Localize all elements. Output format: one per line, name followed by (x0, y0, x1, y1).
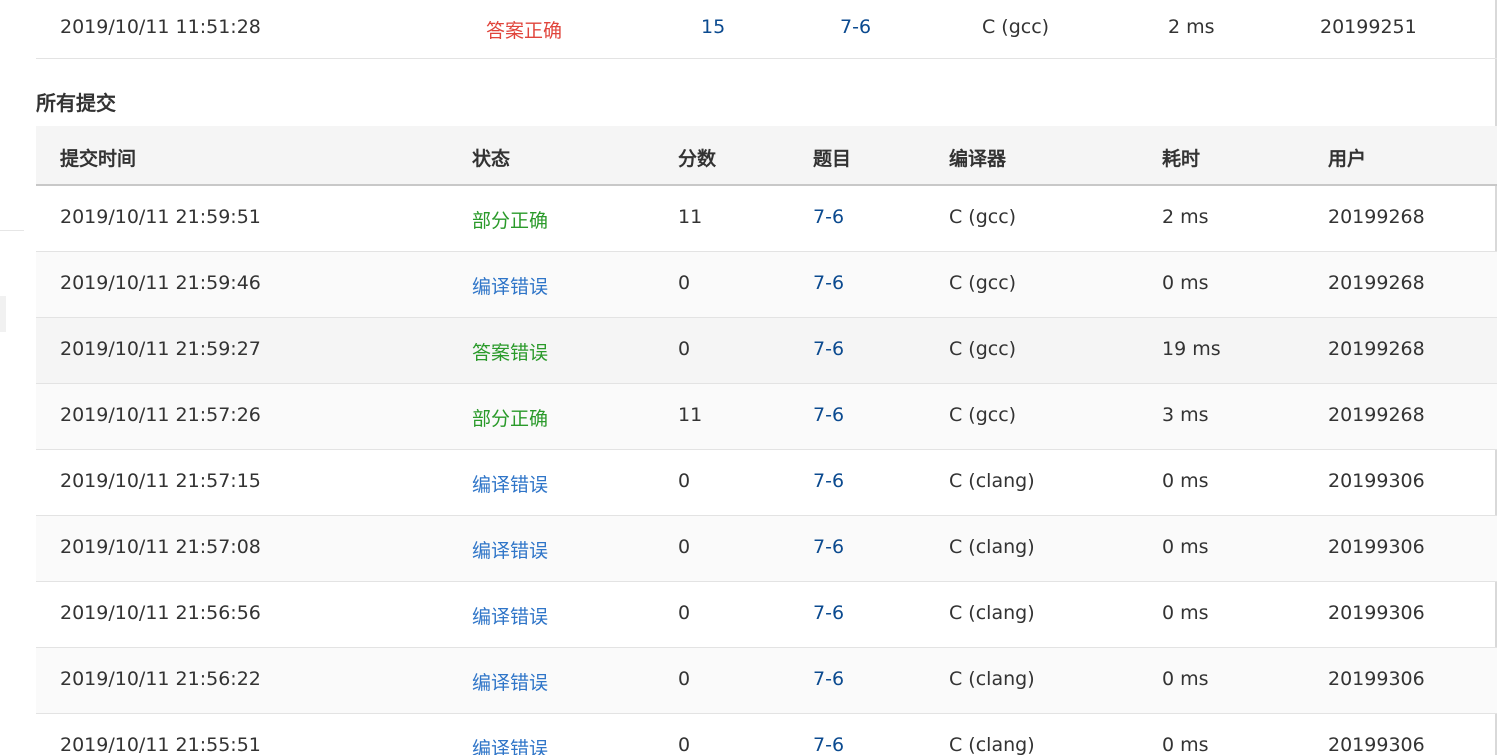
submission-compiler: C (gcc) (982, 16, 1050, 38)
submission-user: 20199251 (1320, 16, 1417, 38)
row-score: 0 (678, 536, 691, 558)
header-user: 用户 (1328, 148, 1367, 170)
table-row: 2019/10/11 21:59:46 编译错误 0 7-6 C (gcc) 0 ms 20… (36, 252, 1497, 318)
row-status[interactable]: 编译错误 (472, 602, 548, 629)
header-status: 状态 (472, 148, 511, 170)
left-edge-divider (0, 230, 24, 231)
row-problem-link[interactable]: 7-6 (813, 668, 844, 690)
row-cost: 0 ms (1162, 470, 1209, 492)
row-score: 0 (678, 602, 691, 624)
row-cost: 0 ms (1162, 536, 1209, 558)
row-score: 0 (678, 272, 691, 294)
row-compiler: C (gcc) (949, 338, 1017, 360)
row-compiler: C (gcc) (949, 206, 1017, 228)
submission-status[interactable]: 答案正确 (486, 16, 562, 43)
row-user: 20199268 (1328, 338, 1425, 360)
table-row: 2019/10/11 21:57:15 编译错误 0 7-6 C (clang) 0 ms… (36, 450, 1497, 516)
table-row: 2019/10/11 21:56:56 编译错误 0 7-6 C (clang) 0 ms… (36, 582, 1497, 648)
row-compiler: C (clang) (949, 536, 1035, 558)
table-row: 2019/10/11 21:56:22 编译错误 0 7-6 C (clang) 0 ms… (36, 648, 1497, 714)
table-row: 2019/10/11 21:59:51 部分正确 11 7-6 C (gcc) 2 ms 2… (36, 186, 1497, 252)
row-cost: 0 ms (1162, 602, 1209, 624)
row-time: 2019/10/11 21:59:27 (60, 338, 261, 360)
row-score: 0 (678, 734, 691, 755)
row-cost: 19 ms (1162, 338, 1221, 360)
row-status[interactable]: 编译错误 (472, 668, 548, 695)
row-status[interactable]: 部分正确 (472, 206, 548, 233)
row-cost: 0 ms (1162, 272, 1209, 294)
row-cost: 0 ms (1162, 668, 1209, 690)
row-compiler: C (clang) (949, 734, 1035, 755)
row-status[interactable]: 答案错误 (472, 338, 548, 365)
row-user: 20199306 (1328, 536, 1425, 558)
header-time: 提交时间 (60, 148, 137, 170)
row-time: 2019/10/11 21:59:46 (60, 272, 261, 294)
row-time: 2019/10/11 21:56:22 (60, 668, 261, 690)
submission-problem-link[interactable]: 7-6 (840, 16, 871, 38)
row-problem-link[interactable]: 7-6 (813, 536, 844, 558)
row-score: 0 (678, 668, 691, 690)
submission-cost: 2 ms (1168, 16, 1215, 38)
submission-score[interactable]: 15 (701, 16, 725, 38)
row-user: 20199306 (1328, 734, 1425, 755)
submissions-page: 2019/10/11 11:51:28 答案正确 15 7-6 C (gcc) … (0, 0, 1497, 755)
row-user: 20199306 (1328, 668, 1425, 690)
header-score: 分数 (678, 148, 717, 170)
row-status[interactable]: 编译错误 (472, 734, 548, 755)
row-cost: 2 ms (1162, 206, 1209, 228)
row-time: 2019/10/11 21:57:15 (60, 470, 261, 492)
table-body: 2019/10/11 21:59:51 部分正确 11 7-6 C (gcc) 2 ms 2… (36, 186, 1497, 755)
left-edge-tab (0, 296, 6, 332)
row-compiler: C (clang) (949, 668, 1035, 690)
row-cost: 0 ms (1162, 734, 1209, 755)
row-score: 0 (678, 338, 691, 360)
row-score: 11 (678, 206, 703, 228)
row-compiler: C (clang) (949, 470, 1035, 492)
top-submission-row: 2019/10/11 11:51:28 答案正确 15 7-6 C (gcc) … (36, 0, 1497, 59)
row-user: 20199306 (1328, 602, 1425, 624)
row-problem-link[interactable]: 7-6 (813, 734, 844, 755)
row-status[interactable]: 部分正确 (472, 404, 548, 431)
row-score: 0 (678, 470, 691, 492)
row-status[interactable]: 编译错误 (472, 536, 548, 563)
table-row: 2019/10/11 21:57:26 部分正确 11 7-6 C (gcc) 3 ms 2… (36, 384, 1497, 450)
row-user: 20199268 (1328, 404, 1425, 426)
section-title: 所有提交 (36, 91, 116, 115)
row-problem-link[interactable]: 7-6 (813, 338, 844, 360)
row-time: 2019/10/11 21:57:26 (60, 404, 261, 426)
submission-time: 2019/10/11 11:51:28 (60, 16, 261, 38)
row-user: 20199268 (1328, 272, 1425, 294)
header-problem: 题目 (813, 148, 852, 170)
table-row: 2019/10/11 21:57:08 编译错误 0 7-6 C (clang) 0 ms… (36, 516, 1497, 582)
row-problem-link[interactable]: 7-6 (813, 404, 844, 426)
row-time: 2019/10/11 21:59:51 (60, 206, 261, 228)
row-problem-link[interactable]: 7-6 (813, 206, 844, 228)
row-compiler: C (clang) (949, 602, 1035, 624)
row-problem-link[interactable]: 7-6 (813, 272, 844, 294)
row-status[interactable]: 编译错误 (472, 470, 548, 497)
table-header: 提交时间 状态 分数 题目 编译器 耗时 用户 (36, 126, 1497, 186)
row-problem-link[interactable]: 7-6 (813, 470, 844, 492)
row-time: 2019/10/11 21:57:08 (60, 536, 261, 558)
row-status[interactable]: 编译错误 (472, 272, 548, 299)
row-problem-link[interactable]: 7-6 (813, 602, 844, 624)
row-time: 2019/10/11 21:56:56 (60, 602, 261, 624)
header-compiler: 编译器 (949, 148, 1007, 170)
row-user: 20199306 (1328, 470, 1425, 492)
row-cost: 3 ms (1162, 404, 1209, 426)
row-compiler: C (gcc) (949, 404, 1017, 426)
row-compiler: C (gcc) (949, 272, 1017, 294)
table-row: 2019/10/11 21:59:27 答案错误 0 7-6 C (gcc) 19 ms 2… (36, 318, 1497, 384)
row-user: 20199268 (1328, 206, 1425, 228)
submissions-table: 提交时间 状态 分数 题目 编译器 耗时 用户 2019/10/11 21:59… (36, 126, 1497, 755)
row-time: 2019/10/11 21:55:51 (60, 734, 261, 755)
row-score: 11 (678, 404, 703, 426)
header-cost: 耗时 (1162, 148, 1201, 170)
table-row: 2019/10/11 21:55:51 编译错误 0 7-6 C (clang) 0 ms… (36, 714, 1497, 755)
